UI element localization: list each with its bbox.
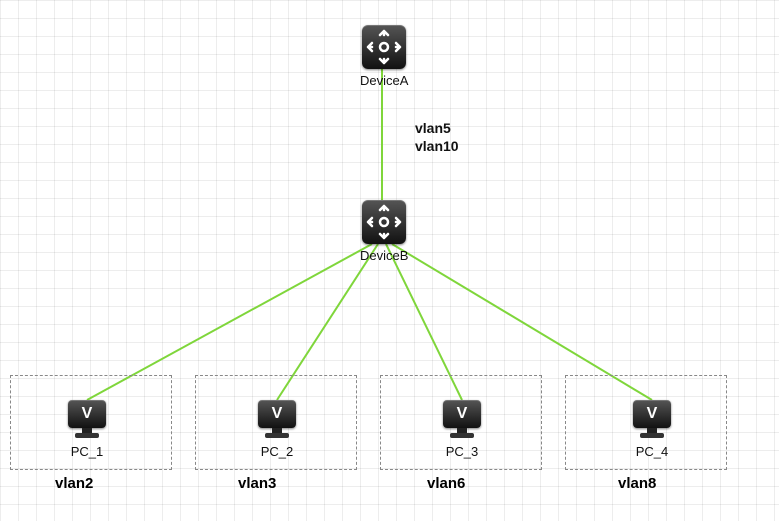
node-label-pc3: PC_3 xyxy=(446,444,479,459)
pc-icon: V xyxy=(440,400,484,440)
node-pc3[interactable]: V PC_3 xyxy=(440,400,484,459)
node-label-pc1: PC_1 xyxy=(71,444,104,459)
node-label-pc2: PC_2 xyxy=(261,444,294,459)
group-label-vlan6: vlan6 xyxy=(427,475,465,492)
node-pc4[interactable]: V PC_4 xyxy=(630,400,674,459)
group-label-vlan3: vlan3 xyxy=(238,475,276,492)
switch-icon xyxy=(362,25,406,69)
group-label-vlan8: vlan8 xyxy=(618,475,656,492)
node-label-deviceB: DeviceB xyxy=(360,248,408,263)
trunk-vlan-label-2: vlan10 xyxy=(415,138,459,154)
node-label-pc4: PC_4 xyxy=(636,444,669,459)
switch-icon xyxy=(362,200,406,244)
node-deviceA[interactable]: DeviceA xyxy=(360,25,408,88)
node-pc1[interactable]: V PC_1 xyxy=(65,400,109,459)
pc-icon: V xyxy=(630,400,674,440)
pc-icon: V xyxy=(65,400,109,440)
node-label-deviceA: DeviceA xyxy=(360,73,408,88)
pc-icon: V xyxy=(255,400,299,440)
group-label-vlan2: vlan2 xyxy=(55,475,93,492)
node-pc2[interactable]: V PC_2 xyxy=(255,400,299,459)
trunk-vlan-label-1: vlan5 xyxy=(415,120,451,136)
node-deviceB[interactable]: DeviceB xyxy=(360,200,408,263)
